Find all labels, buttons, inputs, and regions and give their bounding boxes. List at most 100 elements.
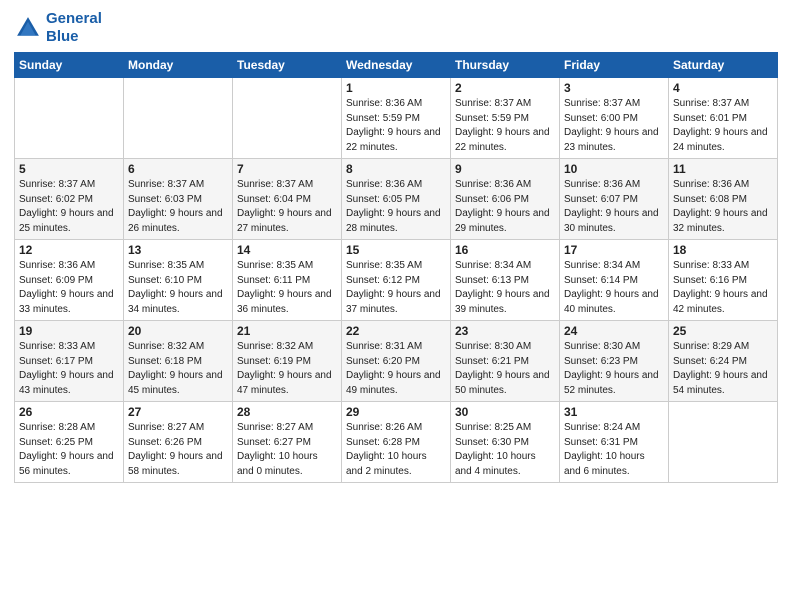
- calendar-cell: 29 Sunrise: 8:26 AM Sunset: 6:28 PM Dayli…: [342, 402, 451, 483]
- day-number: 14: [237, 243, 337, 257]
- day-info: Sunrise: 8:26 AM Sunset: 6:28 PM Dayligh…: [346, 421, 446, 479]
- day-number: 9: [455, 162, 555, 176]
- week-row-1: 1 Sunrise: 8:36 AM Sunset: 5:59 PM Daylig…: [15, 78, 778, 159]
- calendar-cell: 18Sunrise: 8:33 AM Sunset: 6:16 PM Dayli…: [669, 240, 778, 321]
- calendar-cell: 24 Sunrise: 8:30 AM Sunset: 6:23 PM Dayli…: [560, 321, 669, 402]
- calendar-cell: 4Sunrise: 8:37 AM Sunset: 6:01 PM Daylig…: [669, 78, 778, 159]
- calendar-cell: [124, 78, 233, 159]
- day-info: Sunrise: 8:24 AM Sunset: 6:31 PM Dayligh…: [564, 421, 664, 479]
- day-number: 29: [346, 405, 446, 419]
- day-info: Sunrise: 8:30 AM Sunset: 6:23 PM Dayligh…: [564, 340, 664, 398]
- day-number: 26: [19, 405, 119, 419]
- day-info: Sunrise: 8:34 AM Sunset: 6:13 PM Dayligh…: [455, 259, 555, 317]
- week-row-3: 12 Sunrise: 8:36 AM Sunset: 6:09 PM Dayli…: [15, 240, 778, 321]
- day-number: 23: [455, 324, 555, 338]
- day-info: Sunrise: 8:25 AM Sunset: 6:30 PM Dayligh…: [455, 421, 555, 479]
- day-number: 30: [455, 405, 555, 419]
- calendar-cell: [15, 78, 124, 159]
- calendar-cell: 19 Sunrise: 8:33 AM Sunset: 6:17 PM Dayli…: [15, 321, 124, 402]
- weekday-header-tuesday: Tuesday: [233, 53, 342, 78]
- calendar-table: SundayMondayTuesdayWednesdayThursdayFrid…: [14, 52, 778, 483]
- day-info: Sunrise: 8:30 AM Sunset: 6:21 PM Dayligh…: [455, 340, 555, 398]
- day-info: Sunrise: 8:35 AM Sunset: 6:10 PM Dayligh…: [128, 259, 228, 317]
- day-number: 28: [237, 405, 337, 419]
- day-info: Sunrise: 8:36 AM Sunset: 6:05 PM Dayligh…: [346, 178, 446, 236]
- calendar-cell: 17Sunrise: 8:34 AM Sunset: 6:14 PM Dayli…: [560, 240, 669, 321]
- day-number: 22: [346, 324, 446, 338]
- day-number: 19: [19, 324, 119, 338]
- calendar-cell: 3Sunrise: 8:37 AM Sunset: 6:00 PM Daylig…: [560, 78, 669, 159]
- day-number: 18: [673, 243, 773, 257]
- weekday-header-saturday: Saturday: [669, 53, 778, 78]
- day-number: 2: [455, 81, 555, 95]
- day-info: Sunrise: 8:37 AM Sunset: 6:02 PM Dayligh…: [19, 178, 119, 236]
- calendar-cell: 28Sunrise: 8:27 AM Sunset: 6:27 PM Dayli…: [233, 402, 342, 483]
- day-number: 24: [564, 324, 664, 338]
- day-info: Sunrise: 8:31 AM Sunset: 6:20 PM Dayligh…: [346, 340, 446, 398]
- calendar-cell: 5 Sunrise: 8:37 AM Sunset: 6:02 PM Daylig…: [15, 159, 124, 240]
- day-number: 25: [673, 324, 773, 338]
- day-info: Sunrise: 8:36 AM Sunset: 6:08 PM Dayligh…: [673, 178, 773, 236]
- weekday-header-sunday: Sunday: [15, 53, 124, 78]
- calendar-cell: 10Sunrise: 8:36 AM Sunset: 6:07 PM Dayli…: [560, 159, 669, 240]
- day-info: Sunrise: 8:37 AM Sunset: 6:03 PM Dayligh…: [128, 178, 228, 236]
- logo-general: General: [46, 10, 102, 27]
- calendar-cell: 1 Sunrise: 8:36 AM Sunset: 5:59 PM Daylig…: [342, 78, 451, 159]
- day-number: 12: [19, 243, 119, 257]
- calendar-cell: 21 Sunrise: 8:32 AM Sunset: 6:19 PM Dayli…: [233, 321, 342, 402]
- day-info: Sunrise: 8:32 AM Sunset: 6:18 PM Dayligh…: [128, 340, 228, 398]
- logo-text: General Blue: [46, 10, 102, 46]
- week-row-2: 5 Sunrise: 8:37 AM Sunset: 6:02 PM Daylig…: [15, 159, 778, 240]
- calendar-cell: 11 Sunrise: 8:36 AM Sunset: 6:08 PM Dayli…: [669, 159, 778, 240]
- weekday-header-wednesday: Wednesday: [342, 53, 451, 78]
- logo: General Blue: [14, 10, 102, 46]
- calendar-cell: 30 Sunrise: 8:25 AM Sunset: 6:30 PM Dayli…: [451, 402, 560, 483]
- day-info: Sunrise: 8:36 AM Sunset: 6:07 PM Dayligh…: [564, 178, 664, 236]
- day-number: 4: [673, 81, 773, 95]
- day-number: 1: [346, 81, 446, 95]
- day-info: Sunrise: 8:36 AM Sunset: 6:09 PM Dayligh…: [19, 259, 119, 317]
- day-number: 7: [237, 162, 337, 176]
- day-number: 16: [455, 243, 555, 257]
- day-info: Sunrise: 8:27 AM Sunset: 6:26 PM Dayligh…: [128, 421, 228, 479]
- calendar-cell: 27Sunrise: 8:27 AM Sunset: 6:26 PM Dayli…: [124, 402, 233, 483]
- calendar-cell: 15Sunrise: 8:35 AM Sunset: 6:12 PM Dayli…: [342, 240, 451, 321]
- calendar-cell: 6Sunrise: 8:37 AM Sunset: 6:03 PM Daylig…: [124, 159, 233, 240]
- day-number: 11: [673, 162, 773, 176]
- day-info: Sunrise: 8:35 AM Sunset: 6:11 PM Dayligh…: [237, 259, 337, 317]
- day-number: 21: [237, 324, 337, 338]
- calendar-cell: 23 Sunrise: 8:30 AM Sunset: 6:21 PM Dayli…: [451, 321, 560, 402]
- logo-blue: Blue: [46, 28, 79, 45]
- day-number: 5: [19, 162, 119, 176]
- calendar-cell: 14 Sunrise: 8:35 AM Sunset: 6:11 PM Dayli…: [233, 240, 342, 321]
- day-info: Sunrise: 8:33 AM Sunset: 6:17 PM Dayligh…: [19, 340, 119, 398]
- weekday-header-row: SundayMondayTuesdayWednesdayThursdayFrid…: [15, 53, 778, 78]
- week-row-5: 26 Sunrise: 8:28 AM Sunset: 6:25 PM Dayli…: [15, 402, 778, 483]
- week-row-4: 19 Sunrise: 8:33 AM Sunset: 6:17 PM Dayli…: [15, 321, 778, 402]
- calendar-cell: 7 Sunrise: 8:37 AM Sunset: 6:04 PM Daylig…: [233, 159, 342, 240]
- calendar-cell: 13Sunrise: 8:35 AM Sunset: 6:10 PM Dayli…: [124, 240, 233, 321]
- day-info: Sunrise: 8:29 AM Sunset: 6:24 PM Dayligh…: [673, 340, 773, 398]
- day-info: Sunrise: 8:37 AM Sunset: 6:00 PM Dayligh…: [564, 97, 664, 155]
- header: General Blue: [14, 10, 778, 46]
- calendar-cell: 9 Sunrise: 8:36 AM Sunset: 6:06 PM Daylig…: [451, 159, 560, 240]
- day-number: 15: [346, 243, 446, 257]
- day-number: 8: [346, 162, 446, 176]
- day-info: Sunrise: 8:37 AM Sunset: 5:59 PM Dayligh…: [455, 97, 555, 155]
- logo-icon: [14, 14, 42, 42]
- day-number: 17: [564, 243, 664, 257]
- calendar-cell: 12 Sunrise: 8:36 AM Sunset: 6:09 PM Dayli…: [15, 240, 124, 321]
- weekday-header-monday: Monday: [124, 53, 233, 78]
- day-info: Sunrise: 8:36 AM Sunset: 6:06 PM Dayligh…: [455, 178, 555, 236]
- day-info: Sunrise: 8:37 AM Sunset: 6:04 PM Dayligh…: [237, 178, 337, 236]
- weekday-header-friday: Friday: [560, 53, 669, 78]
- day-number: 20: [128, 324, 228, 338]
- day-info: Sunrise: 8:28 AM Sunset: 6:25 PM Dayligh…: [19, 421, 119, 479]
- calendar-cell: 31 Sunrise: 8:24 AM Sunset: 6:31 PM Dayli…: [560, 402, 669, 483]
- day-info: Sunrise: 8:36 AM Sunset: 5:59 PM Dayligh…: [346, 97, 446, 155]
- day-info: Sunrise: 8:32 AM Sunset: 6:19 PM Dayligh…: [237, 340, 337, 398]
- page: General Blue SundayMondayTuesdayWednesda…: [0, 0, 792, 612]
- day-number: 31: [564, 405, 664, 419]
- calendar-cell: 22 Sunrise: 8:31 AM Sunset: 6:20 PM Dayli…: [342, 321, 451, 402]
- calendar-cell: 8 Sunrise: 8:36 AM Sunset: 6:05 PM Daylig…: [342, 159, 451, 240]
